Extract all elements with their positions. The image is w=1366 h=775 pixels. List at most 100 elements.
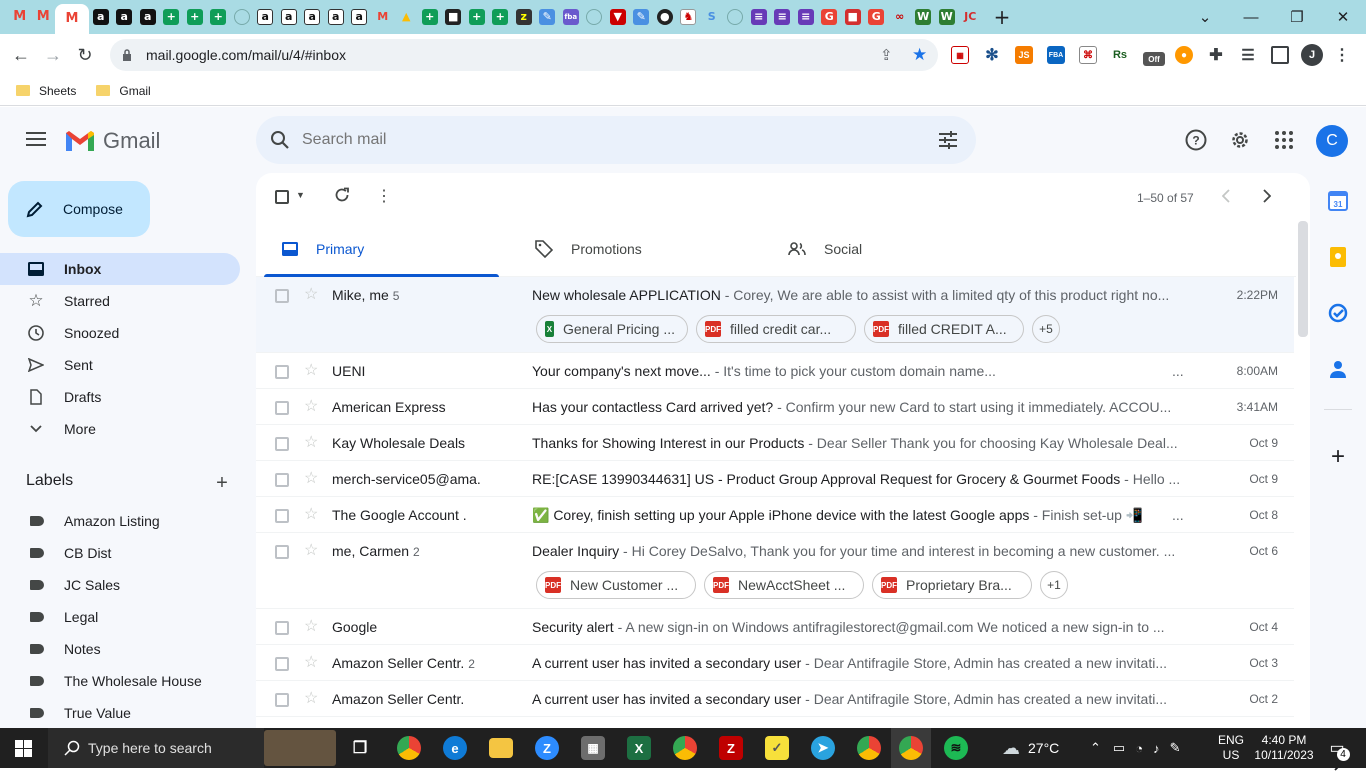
star-toggle-icon[interactable]: ☆ xyxy=(304,399,318,415)
tab-amazon[interactable]: a xyxy=(324,4,348,30)
search-bar[interactable] xyxy=(256,116,976,164)
help-icon[interactable]: ? xyxy=(1184,128,1208,152)
tab-gmail[interactable]: M xyxy=(32,4,56,30)
tab-primary[interactable]: Primary xyxy=(264,221,499,277)
label-item[interactable]: CB Dist xyxy=(0,537,256,569)
spotify-app-icon[interactable]: ≋ xyxy=(944,736,968,760)
tab-gmail[interactable]: M xyxy=(371,4,395,30)
email-row[interactable]: ☆ Amazon Seller Centr. 2 A current user h… xyxy=(256,645,1294,681)
forward-button[interactable]: → xyxy=(40,42,66,68)
star-toggle-icon[interactable]: ☆ xyxy=(304,363,318,379)
email-row[interactable]: ☆ UENI Your company's next move... - It'… xyxy=(256,353,1294,389)
extension-icon[interactable]: ⌘ xyxy=(1079,46,1097,64)
tab-misc[interactable]: S xyxy=(700,4,724,30)
label-item[interactable]: Notes xyxy=(0,633,256,665)
tab-forms[interactable]: ≡ xyxy=(771,4,795,30)
attachment-chip[interactable]: PDF Proprietary Bra... xyxy=(872,571,1032,599)
attachment-chip[interactable]: PDF filled credit car... xyxy=(696,315,856,343)
edge-app-icon[interactable]: e xyxy=(443,736,467,760)
create-label-plus-icon[interactable]: + xyxy=(212,472,232,495)
star-toggle-icon[interactable]: ☆ xyxy=(304,619,318,635)
new-tab-button[interactable]: + xyxy=(982,4,1022,30)
label-item[interactable]: True Value xyxy=(0,697,256,729)
star-toggle-icon[interactable]: ☆ xyxy=(304,543,318,559)
tab-drive[interactable]: ▲ xyxy=(395,4,419,30)
chrome-app-icon[interactable] xyxy=(673,736,697,760)
omnibox[interactable]: mail.google.com/mail/u/4/#inbox ⇪ ★ xyxy=(110,39,938,71)
nav-item-snoozed[interactable]: Snoozed xyxy=(0,317,240,349)
settings-gear-icon[interactable] xyxy=(1228,128,1252,152)
taskbar-search[interactable]: Type here to search xyxy=(48,728,264,768)
windows-start-icon[interactable] xyxy=(15,740,32,757)
tab-misc[interactable]: W xyxy=(912,4,936,30)
tab-promotions[interactable]: Promotions xyxy=(517,221,752,277)
tab-gmail-active[interactable]: M xyxy=(55,4,89,34)
inbox-scrollbar-thumb[interactable] xyxy=(1298,221,1308,337)
tab-amazon[interactable]: a xyxy=(113,4,137,30)
tab-misc[interactable]: ■ xyxy=(442,4,466,30)
chrome-app-icon-active[interactable] xyxy=(899,736,923,760)
tab-social[interactable]: Social xyxy=(770,221,1005,277)
side-panel-icon[interactable] xyxy=(1271,46,1289,64)
minimize-button[interactable]: — xyxy=(1228,0,1274,34)
tab-misc[interactable]: ∞ xyxy=(888,4,912,30)
more-attachments-chip[interactable]: +1 xyxy=(1040,571,1068,599)
sticky-notes-app-icon[interactable]: ✓ xyxy=(765,736,789,760)
select-dropdown-caret-icon[interactable]: ▼ xyxy=(296,190,305,200)
attachment-chip[interactable]: PDF filled CREDIT A... xyxy=(864,315,1024,343)
tab-misc[interactable]: ■ xyxy=(841,4,865,30)
email-row[interactable]: ☆ me, Carmen 2 Dealer Inquiry - Hi Corey … xyxy=(256,533,1294,609)
task-view-icon[interactable]: ❐ xyxy=(348,736,372,760)
tab-sheets[interactable]: + xyxy=(418,4,442,30)
search-input[interactable] xyxy=(302,131,862,149)
nav-item-drafts[interactable]: Drafts xyxy=(0,381,240,413)
attachment-chip[interactable]: PDF New Customer ... xyxy=(536,571,696,599)
star-toggle-icon[interactable]: ☆ xyxy=(304,435,318,451)
get-addons-plus-icon[interactable]: + xyxy=(1328,443,1348,470)
tab-forms[interactable]: ≡ xyxy=(794,4,818,30)
bookmark-gmail[interactable]: Gmail xyxy=(96,84,151,98)
extension-fba-icon[interactable]: FBA xyxy=(1047,46,1065,64)
extensions-puzzle-icon[interactable]: ✚ xyxy=(1207,46,1225,64)
reading-list-icon[interactable]: ☰ xyxy=(1239,46,1257,64)
row-checkbox[interactable] xyxy=(275,545,289,559)
compose-button[interactable]: Compose xyxy=(8,181,150,237)
email-row[interactable]: ☆ Google Security alert - A new sign-in … xyxy=(256,609,1294,645)
star-toggle-icon[interactable]: ☆ xyxy=(304,471,318,487)
tab-google[interactable]: G xyxy=(818,4,842,30)
nav-item-more[interactable]: More xyxy=(0,413,240,445)
tab-loading[interactable] xyxy=(230,4,254,30)
row-checkbox[interactable] xyxy=(275,621,289,635)
email-row[interactable]: ☆ The Google Account . ✅ Corey, finish s… xyxy=(256,497,1294,533)
attachment-chip[interactable]: PDF NewAcctSheet ... xyxy=(704,571,864,599)
tab-misc[interactable]: ▼ xyxy=(606,4,630,30)
star-toggle-icon[interactable]: ☆ xyxy=(304,287,318,303)
tab-search-button[interactable]: ⌄ xyxy=(1182,0,1228,34)
weather-widget[interactable]: ☁ 27°C xyxy=(1002,728,1059,768)
extension-icon[interactable]: ✻ xyxy=(983,46,1001,64)
tab-misc[interactable]: ● xyxy=(653,4,677,30)
row-checkbox[interactable] xyxy=(275,473,289,487)
account-avatar[interactable]: C xyxy=(1316,125,1348,157)
zoom-app-icon[interactable]: Z xyxy=(535,736,559,760)
tab-loading[interactable] xyxy=(583,4,607,30)
tab-sheets[interactable]: + xyxy=(207,4,231,30)
chrome-app-icon[interactable] xyxy=(397,736,421,760)
extension-icon[interactable]: ▦ xyxy=(951,46,969,64)
tab-misc[interactable]: ✎ xyxy=(630,4,654,30)
tab-misc[interactable]: JC xyxy=(959,4,983,30)
extension-icon[interactable]: ● xyxy=(1175,46,1193,64)
bookmark-sheets[interactable]: Sheets xyxy=(16,84,76,98)
language-indicator[interactable]: ENG US xyxy=(1218,728,1244,768)
star-toggle-icon[interactable]: ☆ xyxy=(304,655,318,671)
tab-forms[interactable]: ≡ xyxy=(747,4,771,30)
calendar-icon[interactable]: 31 xyxy=(1328,191,1348,211)
tab-loading[interactable] xyxy=(724,4,748,30)
tab-sheets[interactable]: + xyxy=(160,4,184,30)
apps-grid-icon[interactable] xyxy=(1272,128,1296,152)
chrome-app-icon[interactable] xyxy=(857,736,881,760)
calculator-app-icon[interactable]: ▦ xyxy=(581,736,605,760)
nav-item-inbox[interactable]: Inbox xyxy=(0,253,240,285)
tab-google[interactable]: G xyxy=(865,4,889,30)
row-checkbox[interactable] xyxy=(275,289,289,303)
